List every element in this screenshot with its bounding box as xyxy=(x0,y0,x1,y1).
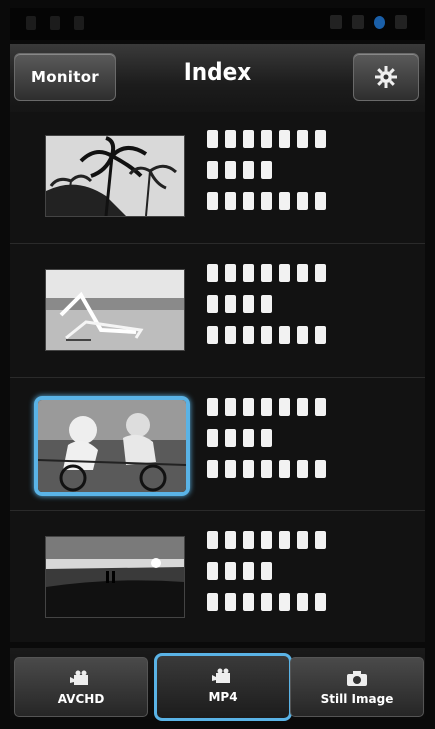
tab-still-image[interactable]: Still Image xyxy=(290,657,424,717)
thumbnail[interactable] xyxy=(45,135,185,217)
list-item-selected[interactable] xyxy=(10,377,425,508)
beach-chair-photo xyxy=(46,270,184,350)
video-camera-icon xyxy=(212,668,230,683)
video-camera-icon xyxy=(70,670,88,685)
sunset-beach-photo xyxy=(46,537,184,617)
item-info-placeholder xyxy=(207,130,326,223)
gear-icon xyxy=(375,66,397,88)
status-indicator xyxy=(74,16,84,30)
list-item[interactable] xyxy=(10,510,425,641)
bottom-tab-bar: AVCHD MP4 Still Image xyxy=(10,648,425,722)
thumbnail-selected[interactable] xyxy=(34,396,190,496)
cyclists-photo xyxy=(38,400,186,492)
thumbnail[interactable] xyxy=(45,536,185,618)
wifi-icon xyxy=(352,15,364,29)
item-info-placeholder xyxy=(207,531,326,624)
item-info-placeholder xyxy=(207,264,326,357)
signal-icon xyxy=(330,15,342,29)
status-indicator xyxy=(50,16,60,30)
status-bar xyxy=(10,8,425,40)
tab-mp4[interactable]: MP4 xyxy=(154,653,292,721)
camera-icon xyxy=(347,671,367,686)
tab-avchd[interactable]: AVCHD xyxy=(14,657,148,717)
list-item[interactable] xyxy=(10,112,425,242)
tab-label: Still Image xyxy=(320,692,394,706)
battery-icon xyxy=(395,15,407,29)
list-item[interactable] xyxy=(10,243,425,374)
app-screen: Monitor Index AVCHD MP4 Still Image xyxy=(0,0,435,729)
index-list xyxy=(10,112,425,642)
thumbnail[interactable] xyxy=(45,269,185,351)
header-bar: Monitor Index xyxy=(10,44,425,112)
bluetooth-icon xyxy=(374,15,385,29)
settings-button[interactable] xyxy=(353,53,419,101)
tab-label: AVCHD xyxy=(57,692,105,706)
status-indicator xyxy=(26,16,36,30)
item-info-placeholder xyxy=(207,398,326,491)
palm-trees-photo xyxy=(46,136,184,216)
tab-label: MP4 xyxy=(208,690,238,704)
